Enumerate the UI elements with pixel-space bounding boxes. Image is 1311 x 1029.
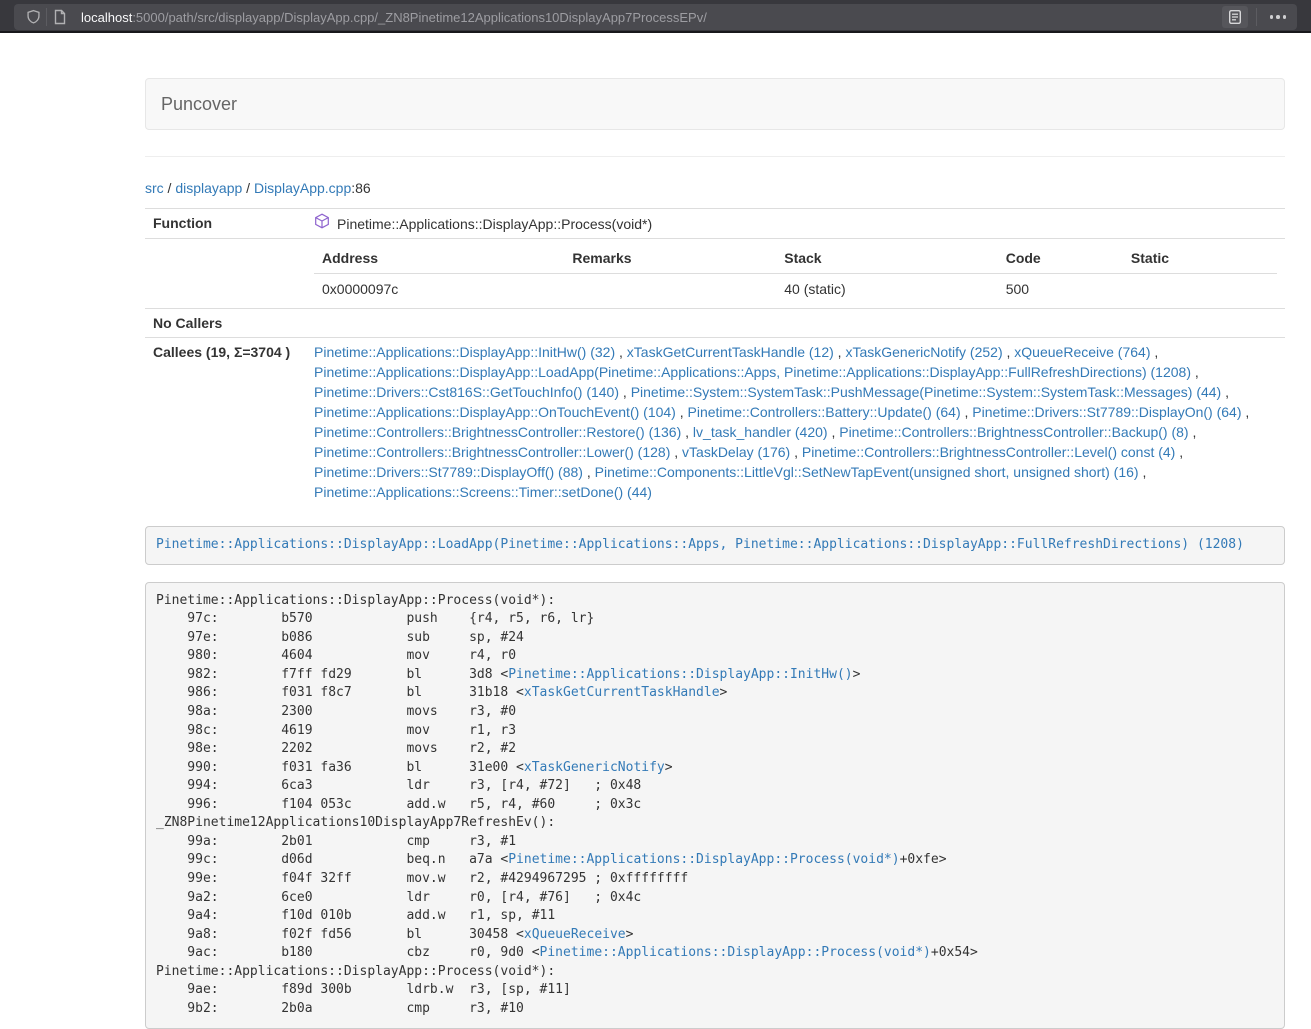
table-row: Callees (19, Σ=3704 ) Pinetime::Applicat… (145, 338, 1285, 507)
callee-link[interactable]: Pinetime::Applications::DisplayApp::Load… (314, 364, 1191, 380)
breadcrumb-link[interactable]: DisplayApp.cpp (254, 180, 351, 196)
reader-mode-icon[interactable] (1222, 6, 1248, 28)
disassembly-symbol-link[interactable]: xTaskGetCurrentTaskHandle (524, 685, 720, 700)
callee-link[interactable]: Pinetime::Applications::Screens::Timer::… (314, 484, 652, 500)
disassembly-symbol-link[interactable]: Pinetime::Applications::DisplayApp::Init… (508, 667, 852, 682)
callee-link[interactable]: Pinetime::Drivers::St7789::DisplayOn() (… (972, 404, 1241, 420)
static-value (1123, 274, 1277, 305)
col-header-stack: Stack (776, 243, 997, 274)
function-name: Pinetime::Applications::DisplayApp::Proc… (337, 214, 652, 234)
callee-link[interactable]: xTaskGetCurrentTaskHandle (12) (627, 344, 834, 360)
url-path: :5000/path/src/displayapp/DisplayApp.cpp… (132, 10, 707, 25)
callee-link[interactable]: Pinetime::Controllers::BrightnessControl… (314, 424, 681, 440)
col-header-remarks: Remarks (564, 243, 776, 274)
no-callers-label: No Callers (145, 309, 306, 338)
disassembly-symbol-link[interactable]: Pinetime::Applications::DisplayApp::Proc… (508, 852, 899, 867)
current-line-snippet: Pinetime::Applications::DisplayApp::Load… (145, 526, 1285, 565)
callee-link[interactable]: vTaskDelay (176) (682, 444, 790, 460)
callee-link[interactable]: Pinetime::Applications::DisplayApp::Init… (314, 344, 615, 360)
callees-list: Pinetime::Applications::DisplayApp::Init… (306, 338, 1285, 507)
overflow-menu-icon[interactable] (1265, 6, 1291, 28)
urlbar-divider (1256, 8, 1257, 26)
col-header-address: Address (314, 243, 564, 274)
disassembly-symbol-link[interactable]: xQueueReceive (524, 927, 626, 942)
address-value: 0x0000097c (314, 274, 564, 305)
url-host: localhost (81, 10, 132, 25)
app-title: Puncover (161, 79, 237, 129)
disassembly: Pinetime::Applications::DisplayApp::Proc… (145, 582, 1285, 1029)
shield-icon[interactable] (20, 6, 46, 28)
table-row: No Callers (145, 309, 1285, 338)
callee-link[interactable]: Pinetime::Controllers::BrightnessControl… (314, 444, 670, 460)
table-row: Address Remarks Stack Code Static 0x0000… (145, 239, 1285, 309)
table-row: 0x0000097c 40 (static) 500 (314, 274, 1277, 305)
url-text[interactable]: localhost:5000/path/src/displayapp/Displ… (81, 10, 1222, 25)
callee-link[interactable]: Pinetime::Controllers::BrightnessControl… (802, 444, 1175, 460)
disassembly-symbol-link[interactable]: Pinetime::Applications::DisplayApp::Proc… (540, 945, 931, 960)
table-row: Function Pinetime::Applications::Display… (145, 209, 1285, 239)
callee-link[interactable]: Pinetime::Controllers::BrightnessControl… (839, 424, 1188, 440)
symbol-cube-icon (314, 213, 330, 234)
callee-link[interactable]: xTaskGenericNotify (252) (845, 344, 1002, 360)
stack-value: 40 (static) (776, 274, 997, 305)
function-stats-table: Address Remarks Stack Code Static 0x0000… (314, 243, 1277, 304)
col-header-static: Static (1123, 243, 1277, 274)
page-content: Puncover src / displayapp / DisplayApp.c… (145, 78, 1285, 1029)
app-navbar: Puncover (145, 78, 1285, 130)
callee-link[interactable]: Pinetime::Drivers::Cst816S::GetTouchInfo… (314, 384, 619, 400)
callee-link[interactable]: xQueueReceive (764) (1014, 344, 1150, 360)
code-value: 500 (998, 274, 1123, 305)
snippet-link[interactable]: Pinetime::Applications::DisplayApp::Load… (156, 537, 1244, 552)
callee-link[interactable]: Pinetime::Drivers::St7789::DisplayOff() … (314, 464, 583, 480)
disassembly-symbol-link[interactable]: xTaskGenericNotify (524, 760, 665, 775)
col-header-code: Code (998, 243, 1123, 274)
callees-label: Callees (19, Σ=3704 ) (145, 338, 306, 507)
function-table: Function Pinetime::Applications::Display… (145, 208, 1285, 506)
browser-toolbar: localhost:5000/path/src/displayapp/Displ… (0, 0, 1311, 33)
callee-link[interactable]: Pinetime::System::SystemTask::PushMessag… (631, 384, 1222, 400)
callee-link[interactable]: Pinetime::Applications::DisplayApp::OnTo… (314, 404, 676, 420)
function-row-label: Function (145, 209, 306, 239)
callee-link[interactable]: Pinetime::Components::LittleVgl::SetNewT… (595, 464, 1139, 480)
callee-link[interactable]: lv_task_handler (420) (693, 424, 828, 440)
breadcrumb-link[interactable]: displayapp (175, 180, 242, 196)
page-icon[interactable] (47, 6, 73, 28)
url-bar[interactable]: localhost:5000/path/src/displayapp/Displ… (14, 4, 1297, 30)
remarks-value (564, 274, 776, 305)
callee-link[interactable]: Pinetime::Controllers::Battery::Update()… (688, 404, 961, 420)
divider (145, 156, 1285, 157)
breadcrumb: src / displayapp / DisplayApp.cpp:86 (145, 178, 1285, 198)
breadcrumb-link[interactable]: src (145, 180, 164, 196)
